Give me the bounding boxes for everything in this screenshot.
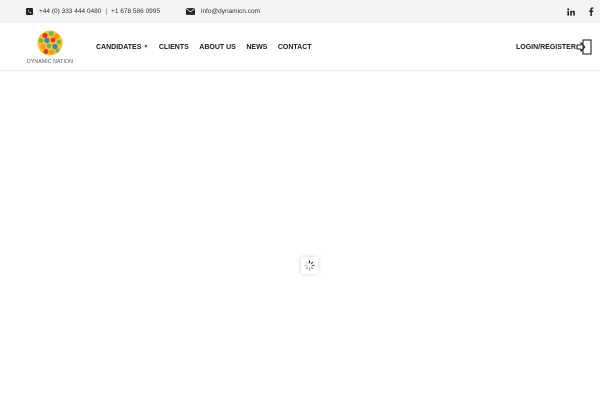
logo-text: DYNAMIC NATION [27, 59, 73, 65]
nav-item-label: NEWS [246, 43, 268, 51]
login-register-label: LOGIN/REGISTER [516, 43, 576, 51]
facebook-icon [588, 3, 594, 21]
phone-primary[interactable]: +44 (0) 333 444 0480 [39, 8, 101, 15]
login-register-link[interactable]: LOGIN/REGISTER [516, 23, 576, 71]
spinner-icon [304, 260, 315, 271]
nav-item-candidates[interactable]: CANDIDATES ▼ [96, 44, 148, 51]
nav-item-label: CLIENTS [158, 43, 189, 51]
site-header: DYNAMIC NATION CANDIDATES ▼ CLIENTS ABOU… [0, 23, 600, 71]
phone-secondary[interactable]: +1 678 586 0995 [111, 8, 160, 15]
main-nav: CANDIDATES ▼ CLIENTS ABOUT US NEWS CONTA… [96, 23, 322, 71]
envelope-icon [186, 8, 195, 15]
nav-item-label: CONTACT [277, 43, 312, 51]
top-contact-bar: +44 (0) 333 444 0480 | +1 678 586 0995 i… [0, 0, 600, 23]
email-contact: info@dynamicn.com [186, 0, 260, 23]
logo-mark [37, 30, 63, 56]
nav-item-clients[interactable]: CLIENTS [159, 44, 189, 51]
nav-item-contact[interactable]: CONTACT [278, 44, 312, 51]
phone-separator: | [105, 8, 108, 15]
nav-item-label: CANDIDATES [96, 43, 142, 51]
loading-spinner [301, 257, 318, 274]
nav-item-news[interactable]: NEWS [246, 44, 267, 51]
linkedin-icon [567, 3, 575, 21]
nav-item-about-us[interactable]: ABOUT US [199, 44, 236, 51]
nav-item-label: ABOUT US [199, 43, 236, 51]
phone-contact: +44 (0) 333 444 0480 | +1 678 586 0995 [26, 0, 160, 23]
email-link[interactable]: info@dynamicn.com [201, 8, 260, 15]
phone-icon [26, 8, 33, 15]
facebook-link[interactable] [588, 0, 594, 23]
linkedin-link[interactable] [567, 0, 575, 23]
sign-in-icon[interactable] [576, 39, 592, 55]
site-logo[interactable]: DYNAMIC NATION [26, 29, 74, 69]
chevron-down-icon: ▼ [143, 44, 149, 50]
